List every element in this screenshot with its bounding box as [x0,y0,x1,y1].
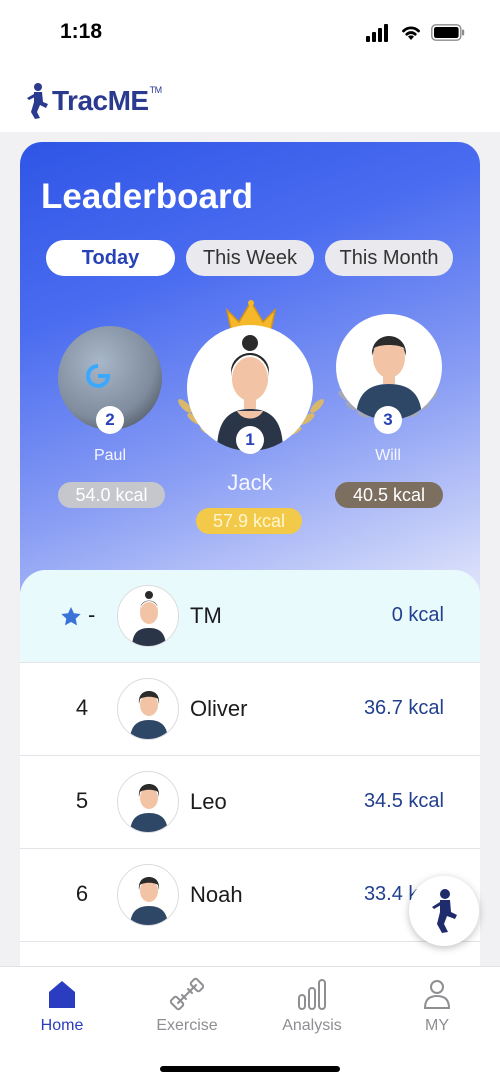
row-rank: 4 [75,695,89,720]
nav-label: MY [425,1017,449,1034]
nav-item-home[interactable]: Home [7,977,117,1035]
cellular-signal-icon [366,24,388,42]
leaderboard-title: Leaderboard [41,177,253,216]
nav-item-my[interactable]: MY [382,977,492,1035]
bottom-nav: Home Exercise Analysis MY [0,966,500,1082]
tab-this-week[interactable]: This Week [186,240,314,276]
row-name: TM [190,603,222,628]
row-name: Noah [190,882,243,907]
nav-label: Exercise [156,1017,218,1034]
table-row[interactable]: 5 Leo 34.5 kcal [20,756,480,849]
nav-label: Home [40,1017,84,1034]
app-header: TracMETM [0,70,500,132]
avatar [117,585,179,647]
avatar [117,678,179,740]
row-kcal: 34.5 kcal [363,790,444,812]
dumbbell-icon [170,977,204,1011]
home-icon [49,981,75,1008]
podium-avatar-3[interactable] [336,314,442,420]
avatar [117,771,179,833]
squat-figure-icon [27,83,48,119]
nav-item-analysis[interactable]: Analysis [257,977,367,1035]
male-avatar-icon [356,336,422,420]
bar-chart-icon [298,979,326,1010]
podium-name-1: Jack [227,470,273,495]
male-avatar-icon [130,784,168,832]
rank-badge-1: 1 [236,426,264,454]
row-rank: 6 [75,881,89,906]
battery-icon [431,24,465,41]
podium-name-2: Paul [93,447,127,464]
tab-today[interactable]: Today [46,240,175,276]
home-indicator[interactable] [160,1066,340,1072]
podium-kcal-2: 54.0 kcal [58,482,165,508]
table-row[interactable]: 4 Oliver 36.7 kcal [20,663,480,756]
logitech-logo-icon [86,364,111,388]
workout-fab-button[interactable] [409,876,479,946]
row-rank: 5 [75,788,89,813]
male-avatar-icon [130,877,168,925]
podium-name-3: Will [375,447,401,464]
nav-label: Analysis [282,1017,342,1034]
status-bar: 1:18 [0,0,500,70]
logo-wordmark: TracME [52,85,149,116]
tab-this-month[interactable]: This Month [325,240,453,276]
person-icon [423,980,451,1009]
rank-badge-3: 3 [374,406,402,434]
podium-kcal-3: 40.5 kcal [335,482,443,508]
male-avatar-icon [130,691,168,739]
row-kcal: 0 kcal [391,604,444,626]
rank-badge-2: 2 [96,406,124,434]
app-logo-text: TracMETM [52,85,162,117]
squat-figure-icon [432,889,457,933]
row-name: Leo [190,789,227,814]
wifi-icon [402,26,420,40]
female-avatar-icon [132,591,166,646]
row-kcal: 36.7 kcal [363,697,444,719]
star-icon [61,607,81,626]
table-row[interactable]: 6 Noah 33.4 kcal [20,849,480,942]
status-time: 1:18 [60,20,103,43]
row-name: Oliver [190,696,248,721]
current-user-row[interactable]: - TM 0 kcal [20,570,480,663]
podium-kcal-1: 57.9 kcal [196,508,302,534]
leaderboard-card: Leaderboard Today This Week This Month 2… [20,142,480,612]
avatar [117,864,179,926]
trademark-mark: TM [149,85,163,95]
app-logo: TracMETM [24,78,162,124]
nav-item-exercise[interactable]: Exercise [132,977,242,1035]
row-rank: - [88,602,96,627]
